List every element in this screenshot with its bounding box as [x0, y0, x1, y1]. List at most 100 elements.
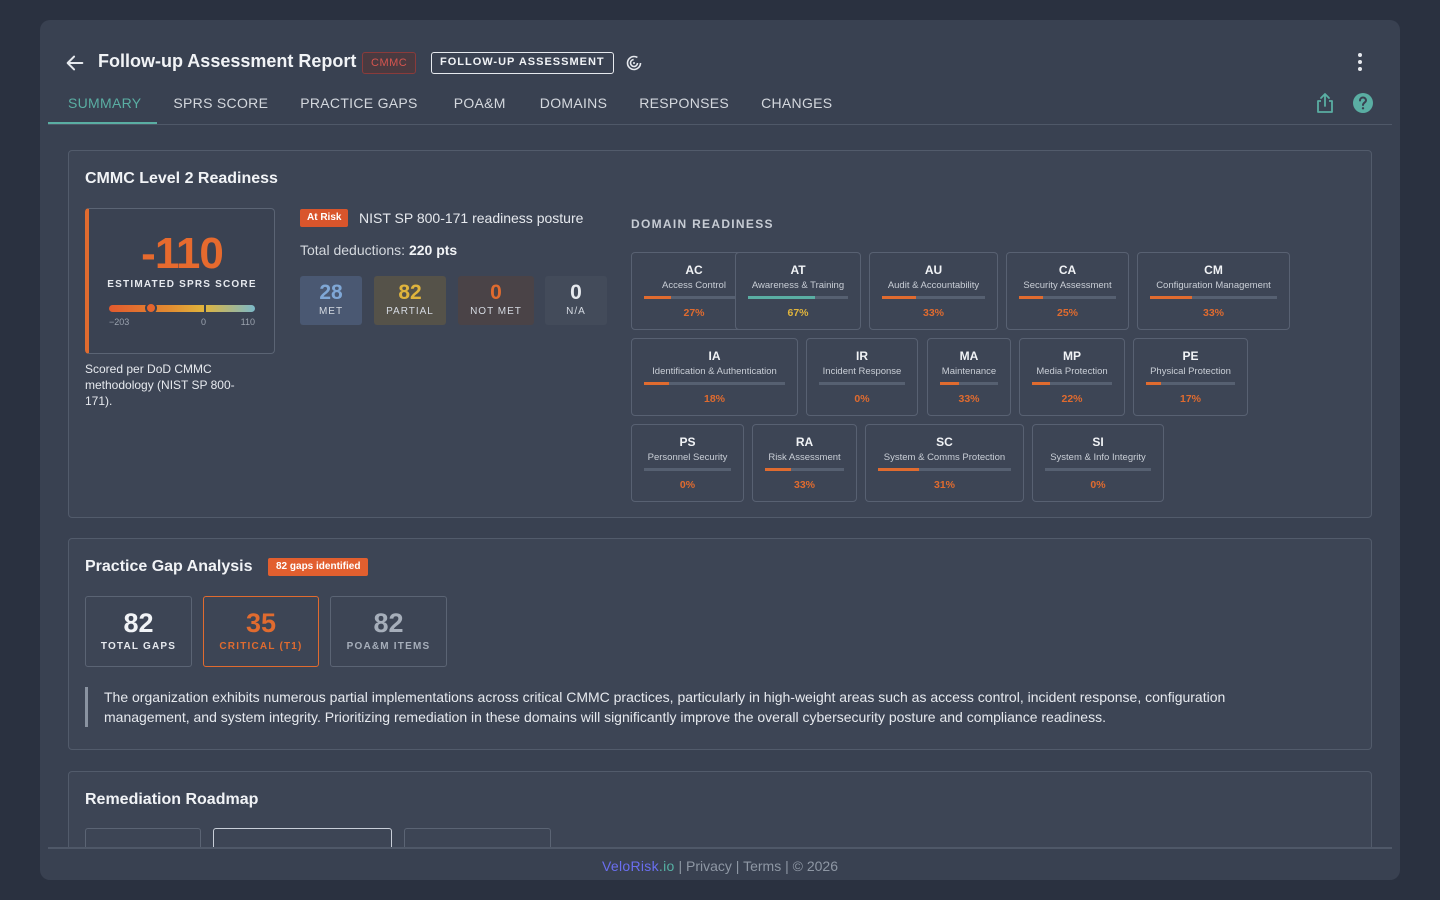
domain-percent: 67%	[787, 307, 809, 319]
domain-name: Physical Protection	[1150, 366, 1231, 377]
domain-percent: 33%	[793, 479, 815, 491]
domain-name: System & Info Integrity	[1050, 452, 1146, 463]
tab-changes[interactable]: CHANGES	[745, 86, 848, 124]
domain-code: SI	[1092, 435, 1104, 449]
domain-name: System & Comms Protection	[883, 452, 1006, 463]
domain-progress-fill	[765, 468, 792, 471]
framework-badge: CMMC	[362, 52, 417, 74]
stat-met-label: MET	[318, 306, 344, 317]
domain-tile-au[interactable]: AU Audit & Accountability 33%	[869, 252, 998, 330]
footer: VeloRisk.io | Privacy | Terms | © 2026	[48, 847, 1392, 880]
tab-sprs-score[interactable]: SPRS SCORE	[157, 86, 284, 124]
gap-analysis-card: Practice Gap Analysis 82 gaps identified…	[68, 538, 1372, 750]
score-note: Scored per DoD CMMC methodology (NIST SP…	[85, 362, 235, 408]
privacy-link[interactable]: Privacy	[686, 858, 732, 874]
domain-tile-ia[interactable]: IA Identification & Authentication 18%	[631, 338, 798, 416]
scale-zero-mark	[204, 305, 206, 312]
domain-tile-mp[interactable]: MP Media Protection 22%	[1019, 338, 1125, 416]
domain-percent: 0%	[1090, 479, 1106, 491]
gaps-count-badge: 82 gaps identified	[268, 558, 369, 576]
domain-code: SC	[936, 435, 953, 449]
total-gaps-label: TOTAL GAPS	[100, 641, 177, 652]
domain-percent: 0%	[679, 479, 696, 491]
total-deductions: Total deductions: 220 pts	[300, 242, 457, 258]
domain-progress-bar	[940, 382, 998, 385]
domain-tile-cm[interactable]: CM Configuration Management 33%	[1137, 252, 1290, 330]
brand-name: VeloRisk	[602, 858, 659, 874]
footer-separator: |	[678, 858, 683, 874]
tab-poam[interactable]: POA&M	[436, 86, 524, 124]
domain-code: MA	[959, 349, 979, 363]
deductions-label: Total deductions:	[300, 242, 406, 258]
scale-mid: 0	[201, 317, 207, 327]
domain-code: CA	[1058, 263, 1077, 277]
domain-progress-bar	[1146, 382, 1235, 385]
scale-max: 110	[240, 317, 255, 327]
brand-tld: .io	[658, 858, 675, 874]
domain-progress-fill	[940, 382, 960, 385]
share-icon[interactable]	[1315, 92, 1335, 114]
domain-name: Incident Response	[822, 366, 902, 377]
domain-tile-ca[interactable]: CA Security Assessment 25%	[1006, 252, 1129, 330]
domain-progress-bar	[644, 382, 785, 385]
domain-code: CM	[1204, 263, 1223, 277]
footer-separator: |	[735, 858, 740, 874]
domain-tile-ps[interactable]: PS Personnel Security 0%	[631, 424, 744, 502]
critical-gaps-value: 35	[245, 608, 277, 638]
domain-progress-bar	[1045, 468, 1151, 471]
sprs-score-label: ESTIMATED SPRS SCORE	[107, 279, 257, 290]
domain-progress-fill	[1032, 382, 1050, 385]
more-options-icon[interactable]	[1348, 50, 1372, 74]
back-arrow-icon[interactable]	[64, 52, 86, 74]
domain-code: PE	[1182, 349, 1199, 363]
tab-summary[interactable]: SUMMARY	[48, 86, 158, 124]
stat-na: 0 N/A	[545, 276, 607, 325]
domain-tile-ra[interactable]: RA Risk Assessment 33%	[752, 424, 857, 502]
domain-progress-fill	[1146, 382, 1162, 385]
stat-not-met-value: 0	[490, 281, 502, 304]
tab-domains[interactable]: DOMAINS	[524, 86, 623, 124]
tab-responses[interactable]: RESPONSES	[623, 86, 745, 124]
domain-name: Audit & Accountability	[887, 280, 980, 291]
terms-link[interactable]: Terms	[743, 858, 781, 874]
scale-min: −203	[109, 317, 130, 327]
domain-percent: 22%	[1061, 393, 1083, 405]
domain-percent: 33%	[922, 307, 944, 319]
help-icon[interactable]	[1352, 92, 1374, 114]
sprs-score-box: -110 ESTIMATED SPRS SCORE −203 0 110	[85, 208, 275, 354]
domain-tile-ma[interactable]: MA Maintenance 33%	[927, 338, 1011, 416]
domain-percent: 33%	[958, 393, 980, 405]
brand-logo[interactable]: VeloRisk.io	[602, 858, 675, 874]
page-title: Follow-up Assessment Report	[98, 51, 357, 71]
domain-tile-si[interactable]: SI System & Info Integrity 0%	[1032, 424, 1164, 502]
tab-practice-gaps[interactable]: PRACTICE GAPS	[284, 86, 435, 124]
report-header: Follow-up Assessment Report CMMC FOLLOW-…	[40, 20, 1400, 125]
report-window: Follow-up Assessment Report CMMC FOLLOW-…	[40, 20, 1400, 880]
copyright: © 2026	[792, 858, 838, 874]
domain-name: Security Assessment	[1023, 280, 1112, 291]
domain-progress-bar	[644, 296, 744, 299]
domain-name: Risk Assessment	[768, 452, 841, 463]
spiral-icon	[626, 55, 642, 71]
stat-partial-label: PARTIAL	[386, 306, 434, 317]
domain-progress-bar	[819, 382, 905, 385]
domain-tile-sc[interactable]: SC System & Comms Protection 31%	[865, 424, 1024, 502]
domain-tile-pe[interactable]: PE Physical Protection 17%	[1133, 338, 1248, 416]
stat-partial: 82 PARTIAL	[374, 276, 446, 325]
domain-percent: 0%	[854, 393, 870, 405]
domain-percent: 33%	[1202, 307, 1224, 319]
stat-not-met: 0 NOT MET	[458, 276, 534, 325]
total-gaps-value: 82	[123, 608, 154, 638]
domain-progress-bar	[878, 468, 1011, 471]
domain-code: AU	[924, 263, 943, 277]
domain-progress-fill	[644, 382, 670, 385]
poam-items-stat: 82 POA&M ITEMS	[330, 596, 447, 667]
domain-progress-bar	[1019, 296, 1116, 299]
gap-summary-text: The organization exhibits numerous parti…	[85, 687, 1285, 727]
domain-tile-ir[interactable]: IR Incident Response 0%	[806, 338, 918, 416]
domain-readiness-title: DOMAIN READINESS	[631, 217, 774, 231]
domain-percent: 25%	[1056, 307, 1078, 319]
domain-tile-at[interactable]: AT Awareness & Training 67%	[735, 252, 861, 330]
readiness-card: CMMC Level 2 Readiness -110 ESTIMATED SP…	[68, 150, 1372, 518]
domain-name: Media Protection	[1036, 366, 1108, 377]
